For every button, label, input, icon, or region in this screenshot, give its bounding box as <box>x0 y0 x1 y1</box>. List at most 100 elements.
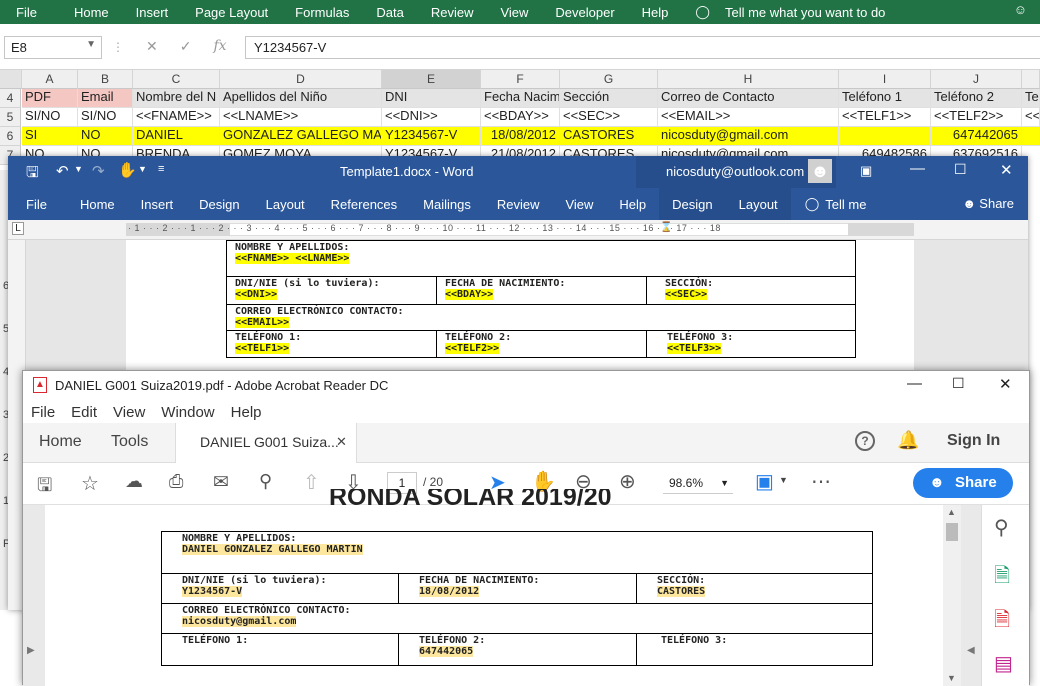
col-header-j[interactable]: J <box>931 70 1022 89</box>
share-button[interactable]: ☻ Share <box>913 468 1013 498</box>
excel-menu-view[interactable]: View <box>489 5 544 20</box>
tab-file[interactable]: File <box>8 197 67 212</box>
horizontal-ruler[interactable]: L · 1 · · · 2 · · · 1 · · · 2 · · · 3 · … <box>8 220 1028 240</box>
cell-g4[interactable]: Sección <box>560 89 658 108</box>
star-icon[interactable]: ☆ <box>81 471 99 496</box>
tab-home[interactable]: Home <box>67 197 128 212</box>
cell-a6[interactable]: SI <box>22 127 78 146</box>
tab-table-design[interactable]: Design <box>659 197 725 212</box>
document-tab[interactable]: DANIEL G001 Suiza... ✕ <box>175 423 357 463</box>
col-header-a[interactable]: A <box>22 70 78 89</box>
cell-f6[interactable]: 18/08/2012 <box>481 127 560 146</box>
maximize-icon[interactable]: ☐ <box>952 375 965 392</box>
right-panel-toggle-icon[interactable]: ◀ <box>967 645 975 656</box>
save-icon[interactable]: 🖫 <box>26 162 39 187</box>
cell-c4[interactable]: Nombre del N <box>133 89 220 108</box>
cell-b5[interactable]: SI/NO <box>78 108 133 127</box>
bday-cell[interactable]: FECHA DE NACIMIENTO: <<BDAY>> <box>436 276 647 305</box>
cell-d4[interactable]: Apellidos del Niño <box>220 89 382 108</box>
chevron-down-icon[interactable]: ▼ <box>720 472 729 494</box>
ribbon-options-icon[interactable]: ▣ <box>860 163 872 179</box>
nav-tools[interactable]: Tools <box>111 433 148 451</box>
check-icon[interactable]: ✓ <box>180 38 192 55</box>
col-header-c[interactable]: C <box>133 70 220 89</box>
col-header-d[interactable]: D <box>220 70 382 89</box>
customize-qat-icon[interactable]: ≡ <box>158 163 164 175</box>
cell-j6[interactable]: 647442065 <box>931 127 1022 146</box>
name-box[interactable]: E8 ▼ <box>4 36 102 59</box>
select-all-corner[interactable] <box>0 70 22 89</box>
acrobat-menu-help[interactable]: Help <box>223 404 270 421</box>
col-header-i[interactable]: I <box>839 70 931 89</box>
cell-f5[interactable]: <<BDAY>> <box>481 108 560 127</box>
cell-a5[interactable]: SI/NO <box>22 108 78 127</box>
minimize-icon[interactable]: — <box>910 160 925 177</box>
row-header-6[interactable]: 6 <box>0 127 21 146</box>
cell-f4[interactable]: Fecha Nacim <box>481 89 560 108</box>
excel-menu-home[interactable]: Home <box>63 5 125 20</box>
zoom-in-icon[interactable]: ⊕ <box>619 469 636 494</box>
cell-e5[interactable]: <<DNI>> <box>382 108 481 127</box>
cell-c6[interactable]: DANIEL <box>133 127 220 146</box>
excel-tell-me[interactable]: Tell me what you want to do <box>714 5 896 20</box>
word-tell-me[interactable]: Tell me <box>823 197 879 212</box>
redo-icon[interactable]: ↷ <box>92 162 105 180</box>
cell-b6[interactable]: NO <box>78 127 133 146</box>
tab-design[interactable]: Design <box>186 197 252 212</box>
sec-cell[interactable]: SECCIÓN: <<SEC>> <box>646 276 856 305</box>
tab-selector-icon[interactable]: L <box>12 222 24 235</box>
mail-icon[interactable]: ✉ <box>213 471 229 494</box>
vertical-scrollbar[interactable]: ▲ ▼ <box>943 505 961 686</box>
cell-j4[interactable]: Teléfono 2 <box>931 89 1022 108</box>
chevron-down-icon[interactable]: ▼ <box>138 164 147 174</box>
tab-table-layout[interactable]: Layout <box>726 197 791 212</box>
touch-mode-icon[interactable]: ✋ <box>118 161 137 179</box>
page-up-icon[interactable]: ⇧ <box>303 470 320 495</box>
chevron-down-icon[interactable]: ▼ <box>86 39 96 50</box>
excel-menu-formulas[interactable]: Formulas <box>284 5 365 20</box>
tab-review[interactable]: Review <box>484 197 553 212</box>
pdf-name-value[interactable]: DANIEL GONZALEZ GALLEGO MARTIN <box>182 544 363 555</box>
cell-k4[interactable]: Te <box>1022 89 1040 108</box>
col-header-g[interactable]: G <box>560 70 658 89</box>
zoom-panel-icon[interactable]: ⚲ <box>994 515 1009 540</box>
chevron-down-icon[interactable]: ▼ <box>74 164 83 174</box>
scroll-up-icon[interactable]: ▲ <box>947 507 956 517</box>
cell-h5[interactable]: <<EMAIL>> <box>658 108 839 127</box>
chevron-down-icon[interactable]: ▼ <box>779 475 788 485</box>
cell-k6[interactable] <box>1022 127 1040 146</box>
cell-d6[interactable]: GONZALEZ GALLEGO MART <box>220 127 382 146</box>
user-icon[interactable]: ☺ <box>1003 2 1038 17</box>
t3-cell[interactable]: TELÉFONO 3: <<TELF3>> <box>646 330 856 358</box>
tab-view[interactable]: View <box>552 197 606 212</box>
tab-references[interactable]: References <box>318 197 410 212</box>
close-icon[interactable]: ✕ <box>999 375 1012 393</box>
tab-insert[interactable]: Insert <box>128 197 187 212</box>
cloud-upload-icon[interactable]: ☁ <box>125 471 143 492</box>
col-header-b[interactable]: B <box>78 70 133 89</box>
word-document-page[interactable]: NOMBRE Y APELLIDOS: <<FNAME>> <<LNAME>> … <box>126 240 914 390</box>
scrollbar-thumb[interactable] <box>946 523 958 541</box>
pdf-t2-value[interactable]: 647442065 <box>419 646 474 657</box>
excel-menu-review[interactable]: Review <box>420 5 490 20</box>
dni-cell[interactable]: DNI/NIE (si lo tuviera): <<DNI>> <box>226 276 437 305</box>
close-tab-icon[interactable]: ✕ <box>336 434 347 450</box>
acrobat-menu-window[interactable]: Window <box>153 404 222 421</box>
word-user[interactable]: nicosduty@outlook.com <box>666 164 804 179</box>
pdf-bday-value[interactable]: 18/08/2012 <box>419 586 480 597</box>
cell-g6[interactable]: CASTORES <box>560 127 658 146</box>
pdf-email-value[interactable]: nicosduty@gmail.com <box>182 616 297 627</box>
excel-menu-data[interactable]: Data <box>365 5 419 20</box>
cell-j5[interactable]: <<TELF2>> <box>931 108 1022 127</box>
excel-menu-developer[interactable]: Developer <box>544 5 630 20</box>
acrobat-menu-file[interactable]: File <box>23 404 63 421</box>
cell-h4[interactable]: Correo de Contacto <box>658 89 839 108</box>
close-icon[interactable]: ✕ <box>1000 161 1013 179</box>
col-header-f[interactable]: F <box>481 70 560 89</box>
cell-i4[interactable]: Teléfono 1 <box>839 89 931 108</box>
formula-input[interactable]: Y1234567-V <box>245 36 1040 59</box>
row-header-4[interactable]: 4 <box>0 89 21 108</box>
acrobat-menu-view[interactable]: View <box>105 404 153 421</box>
cell-k5[interactable]: << <box>1022 108 1040 127</box>
excel-menu-file[interactable]: File <box>0 5 63 20</box>
